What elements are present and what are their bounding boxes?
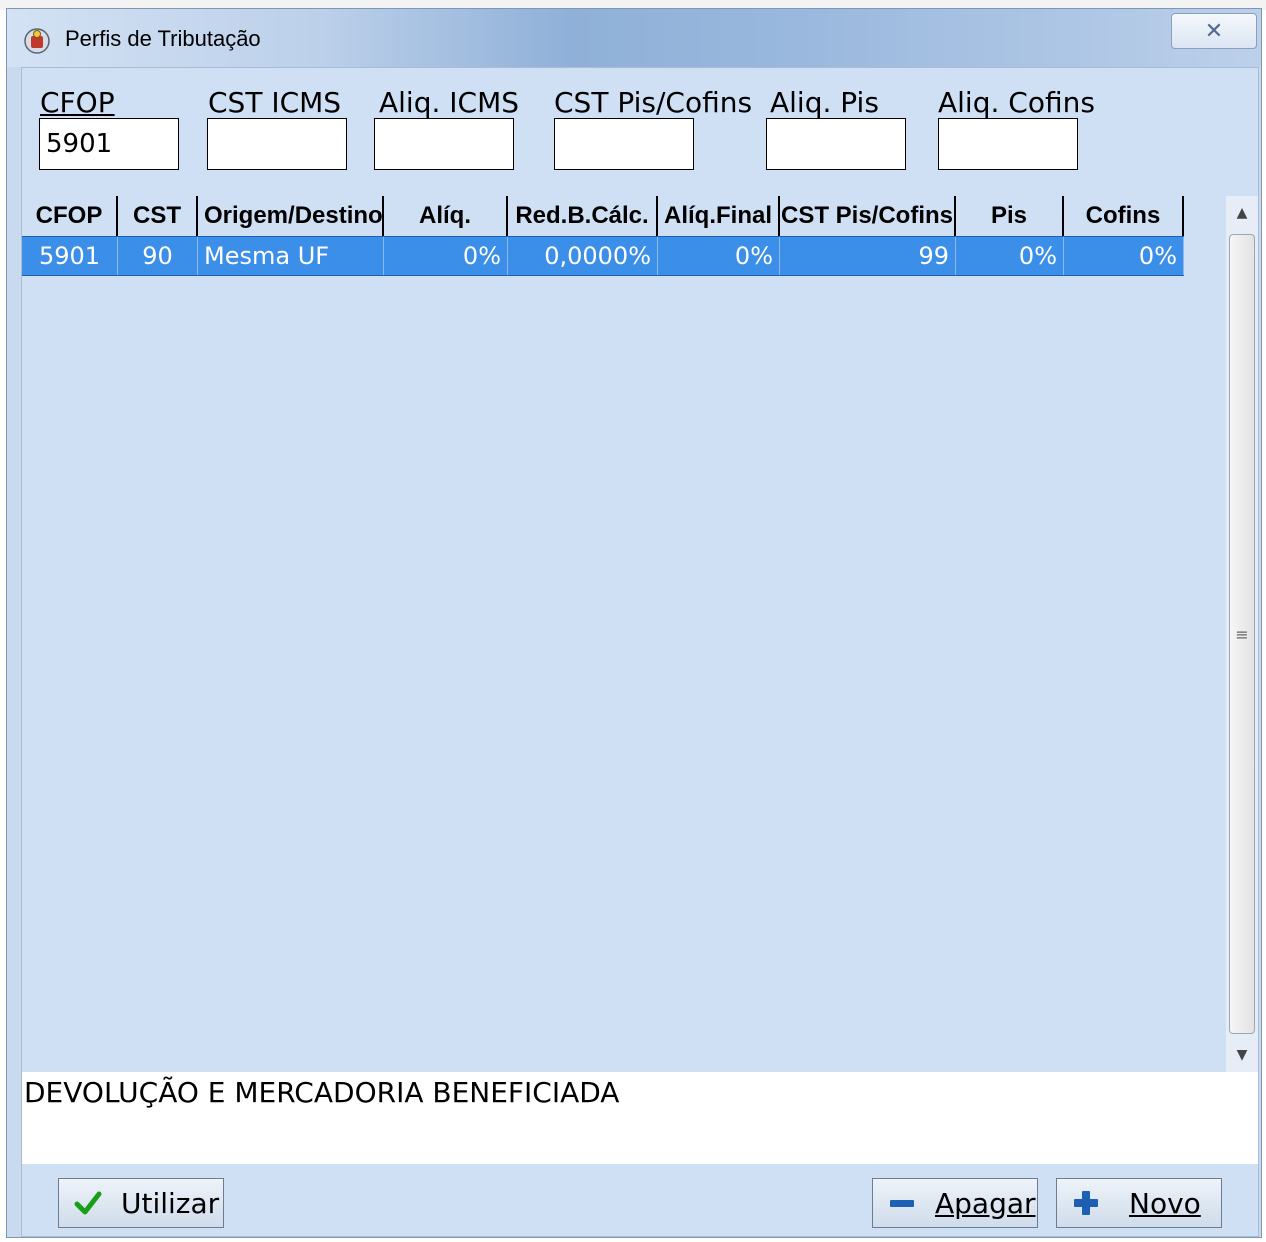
novo-label: Novo (1129, 1186, 1201, 1220)
app-icon (23, 27, 51, 55)
column-header-cst[interactable]: CST (118, 196, 198, 236)
apagar-button[interactable]: Apagar (872, 1178, 1038, 1228)
novo-button[interactable]: Novo (1056, 1178, 1222, 1228)
filter-label-cfop: CFOP (40, 86, 115, 119)
cfop-input[interactable] (39, 118, 179, 170)
utilizar-label: Utilizar (121, 1186, 220, 1220)
filter-label-aliq-cofins: Aliq. Cofins (938, 86, 1095, 119)
cst-pis-cofins-input[interactable] (554, 118, 694, 170)
dialog-window: Perfis de Tributação ✕ CFOP CST ICMS Ali… (6, 8, 1262, 1238)
cell-aliq-final: 0% (658, 237, 780, 275)
column-header-origem-destino[interactable]: Origem/Destino (198, 196, 384, 236)
scroll-up-icon[interactable]: ▲ (1226, 196, 1258, 230)
filter-label-cst-icms: CST ICMS (208, 86, 342, 119)
column-header-cofins[interactable]: Cofins (1064, 196, 1184, 236)
cell-cst-pis-cofins: 99 (780, 237, 956, 275)
cell-cofins: 0% (1064, 237, 1184, 275)
aliq-pis-input[interactable] (766, 118, 906, 170)
column-header-aliq[interactable]: Alíq. (384, 196, 508, 236)
column-header-pis[interactable]: Pis (956, 196, 1064, 236)
column-header-red-b-calc[interactable]: Red.B.Cálc. (508, 196, 658, 236)
client-area: CFOP CST ICMS Aliq. ICMS CST Pis/Cofins … (21, 67, 1259, 1237)
column-header-cst-pis-cofins[interactable]: CST Pis/Cofins (780, 196, 956, 236)
aliq-icms-input[interactable] (374, 118, 514, 170)
cell-aliq: 0% (384, 237, 508, 275)
column-header-cfop[interactable]: CFOP (22, 196, 118, 236)
title-bar[interactable]: Perfis de Tributação ✕ (7, 9, 1261, 67)
cell-cst: 90 (118, 237, 198, 275)
grid-header: CFOP CST Origem/Destino Alíq. Red.B.Cálc… (22, 196, 1184, 236)
cell-origem-destino: Mesma UF (198, 237, 384, 275)
table-row[interactable]: 5901 90 Mesma UF 0% 0,0000% 0% 99 0% 0% (22, 236, 1184, 276)
filter-label-aliq-pis: Aliq. Pis (770, 86, 879, 119)
minus-icon (887, 1188, 917, 1218)
close-button[interactable]: ✕ (1171, 13, 1257, 49)
grip-icon: ≡ (1235, 624, 1249, 644)
window-title: Perfis de Tributação (65, 26, 261, 51)
check-icon (73, 1188, 103, 1218)
description-panel: DEVOLUÇÃO E MERCADORIA BENEFICIADA (22, 1072, 1258, 1164)
utilizar-button[interactable]: Utilizar (58, 1178, 224, 1228)
apagar-label: Apagar (935, 1186, 1036, 1220)
aliq-cofins-input[interactable] (938, 118, 1078, 170)
tax-profile-grid[interactable]: CFOP CST Origem/Destino Alíq. Red.B.Cálc… (22, 196, 1224, 1072)
cell-pis: 0% (956, 237, 1064, 275)
column-header-aliq-final[interactable]: Alíq.Final (658, 196, 780, 236)
cst-icms-input[interactable] (207, 118, 347, 170)
close-icon: ✕ (1204, 18, 1224, 44)
scroll-down-icon[interactable]: ▼ (1226, 1038, 1258, 1072)
cell-red-b-calc: 0,0000% (508, 237, 658, 275)
plus-icon (1071, 1188, 1101, 1218)
cell-cfop: 5901 (22, 237, 118, 275)
filter-label-cst-pis-cofins: CST Pis/Cofins (554, 86, 753, 119)
scrollbar-thumb[interactable]: ≡ (1229, 234, 1255, 1034)
vertical-scrollbar[interactable]: ▲ ≡ ▼ (1226, 196, 1258, 1072)
filter-label-aliq-icms: Aliq. ICMS (379, 86, 520, 119)
